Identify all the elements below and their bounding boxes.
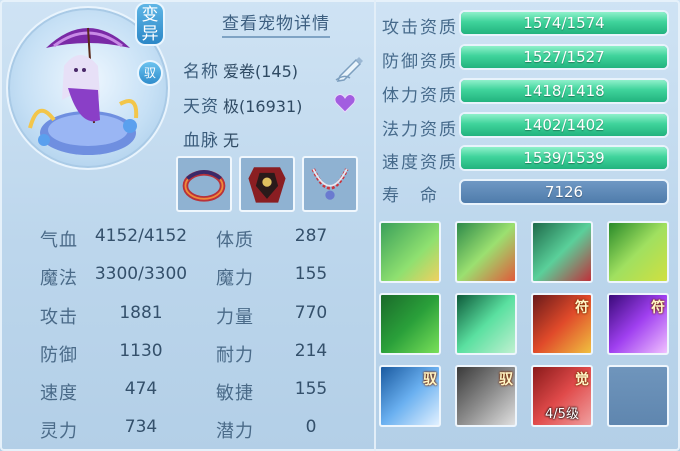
stat-value: 287 bbox=[294, 226, 328, 246]
fire-figure-skill-icon[interactable] bbox=[455, 221, 517, 283]
aptitude-value: 1539/1539 bbox=[523, 149, 605, 167]
aptitude-label: 体力资质 bbox=[382, 86, 458, 106]
blue-shield-skill-icon[interactable]: 驭 bbox=[379, 365, 441, 427]
green-giant-skill-icon[interactable] bbox=[379, 293, 441, 355]
aptitude-bar: 1539/1539 bbox=[459, 145, 669, 171]
stat-label: 潜力 bbox=[216, 421, 254, 442]
aptitude-value: 1527/1527 bbox=[523, 48, 605, 66]
stat-value: 1130 bbox=[119, 341, 163, 361]
panel-divider bbox=[374, 0, 376, 451]
equip-slot-necklace[interactable] bbox=[302, 156, 358, 212]
aptitude-label: 天资 bbox=[183, 97, 219, 117]
empty-skill-slot[interactable] bbox=[607, 365, 669, 427]
stat-value: 474 bbox=[124, 379, 158, 399]
stat-value: 770 bbox=[294, 303, 328, 323]
aptitude-value: 极(16931) bbox=[223, 97, 303, 116]
bloodline-label: 血脉 bbox=[183, 131, 219, 151]
aptitude-value: 1402/1402 bbox=[523, 116, 605, 134]
blood-drop-skill-icon[interactable] bbox=[531, 221, 593, 283]
skill-tag: 符 bbox=[651, 300, 665, 316]
name-label: 名称 bbox=[183, 62, 219, 82]
skill-tag: 觉 bbox=[575, 372, 589, 388]
variant-badge: 变异 bbox=[135, 2, 165, 46]
aptitude-label: 法力资质 bbox=[382, 120, 458, 140]
aptitude-bar: 1402/1402 bbox=[459, 112, 669, 138]
awaken-skill-icon[interactable]: 觉 4/5级 bbox=[531, 365, 593, 427]
stat-label: 灵力 bbox=[40, 421, 78, 442]
bloodline-row: 血脉无 bbox=[183, 126, 239, 151]
stat-value: 3300/3300 bbox=[94, 264, 188, 284]
claw-skill-icon[interactable]: 驭 bbox=[455, 365, 517, 427]
name-value: 爱卷(145) bbox=[223, 62, 299, 81]
tamed-badge: 驭 bbox=[137, 60, 163, 86]
skill-tag: 符 bbox=[575, 300, 589, 316]
equip-slot-armor[interactable] bbox=[239, 156, 295, 212]
stat-label: 敏捷 bbox=[216, 383, 254, 404]
green-burst-skill-icon[interactable] bbox=[455, 293, 517, 355]
sword-skill-icon[interactable] bbox=[379, 221, 441, 283]
lifespan-value: 7126 bbox=[544, 183, 584, 201]
stat-label: 体质 bbox=[216, 230, 254, 251]
name-row: 名称 爱卷(145) bbox=[183, 57, 298, 82]
skill-tag: 驭 bbox=[499, 372, 513, 388]
aptitude-bar: 1527/1527 bbox=[459, 44, 669, 70]
aptitude-label: 速度资质 bbox=[382, 153, 458, 173]
stat-value: 734 bbox=[124, 417, 158, 437]
stat-label: 魔法 bbox=[40, 268, 78, 289]
stat-value: 0 bbox=[305, 417, 317, 437]
view-pet-details-link[interactable]: 查看宠物详情 bbox=[222, 9, 330, 38]
stat-value: 155 bbox=[294, 379, 328, 399]
ring-equip-icon bbox=[182, 170, 226, 202]
rename-pen-icon[interactable] bbox=[334, 54, 366, 82]
stat-label: 耐力 bbox=[216, 345, 254, 366]
stat-value: 155 bbox=[294, 264, 328, 284]
aptitude-value: 1418/1418 bbox=[523, 82, 605, 100]
stat-label: 气血 bbox=[40, 230, 78, 251]
skill-level: 4/5级 bbox=[545, 407, 579, 422]
stat-label: 防御 bbox=[40, 345, 78, 366]
equip-slot-ring[interactable] bbox=[176, 156, 232, 212]
aptitude-label: 防御资质 bbox=[382, 52, 458, 72]
necklace-equip-icon bbox=[311, 168, 349, 200]
aptitude-bar: 1574/1574 bbox=[459, 10, 669, 36]
skill-tag: 驭 bbox=[423, 372, 437, 388]
aptitude-bar: 1418/1418 bbox=[459, 78, 669, 104]
stat-value: 1881 bbox=[119, 303, 163, 323]
bloodline-value: 无 bbox=[223, 131, 240, 150]
stat-value: 214 bbox=[294, 341, 328, 361]
lifespan-bar: 7126 bbox=[459, 179, 669, 205]
stat-label: 力量 bbox=[216, 307, 254, 328]
aptitude-value: 1574/1574 bbox=[523, 14, 605, 32]
aptitude-row: 天资 极(16931) bbox=[183, 92, 302, 117]
purple-heart-icon[interactable] bbox=[333, 91, 357, 115]
stat-value: 4152/4152 bbox=[94, 226, 188, 246]
purple-burst-skill-icon[interactable]: 符 bbox=[607, 293, 669, 355]
aptitude-label: 攻击资质 bbox=[382, 18, 458, 38]
armor-equip-icon bbox=[248, 167, 286, 203]
stat-label: 魔力 bbox=[216, 268, 254, 289]
stat-label: 攻击 bbox=[40, 307, 78, 328]
red-talisman-skill-icon[interactable]: 符 bbox=[531, 293, 593, 355]
stat-label: 速度 bbox=[40, 383, 78, 404]
lifespan-label: 寿 命 bbox=[382, 186, 439, 206]
shield-face-skill-icon[interactable] bbox=[607, 221, 669, 283]
